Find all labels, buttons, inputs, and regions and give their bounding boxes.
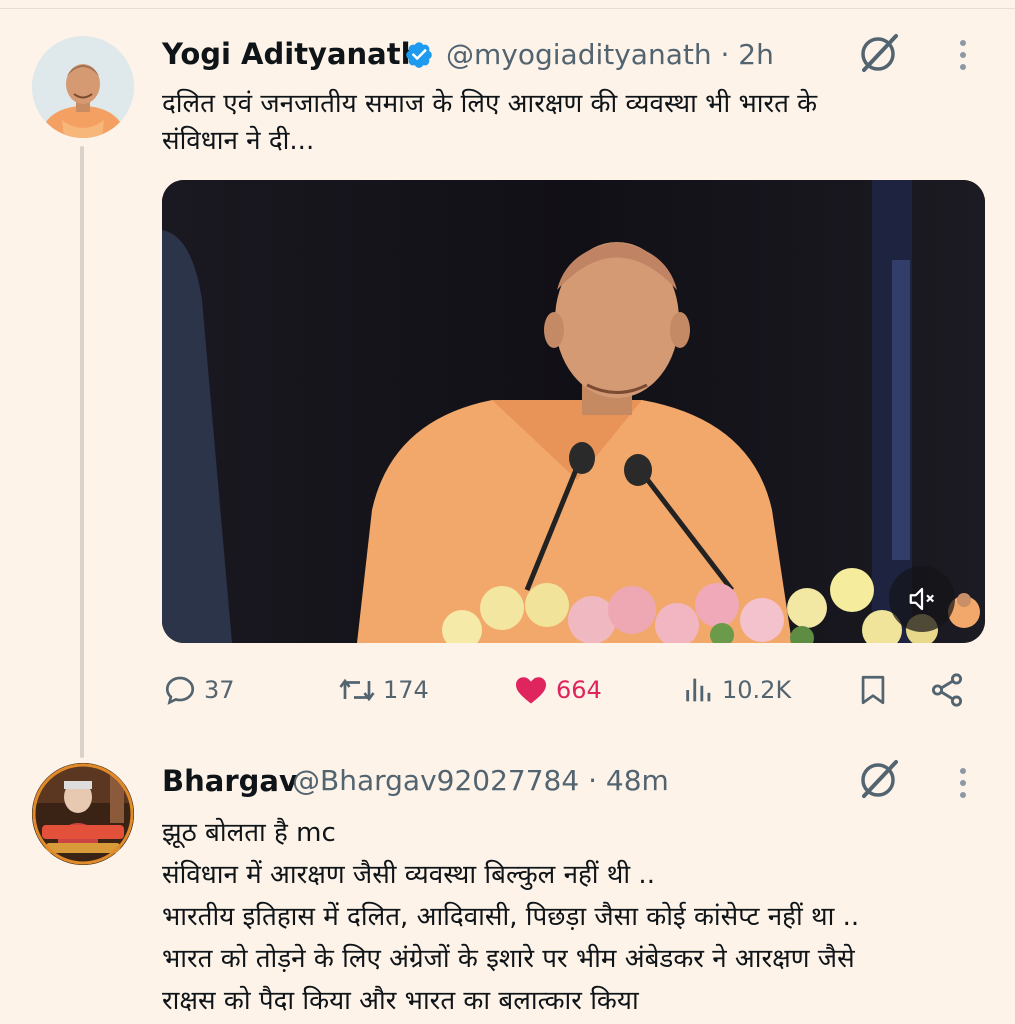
- views-button[interactable]: 10.2K: [682, 668, 791, 712]
- reply-author-avatar[interactable]: [32, 763, 134, 865]
- retweet-button[interactable]: 174: [337, 668, 429, 712]
- thread-connector-line: [80, 146, 84, 758]
- reply-avatar-image: [32, 763, 134, 865]
- reply-more-options-icon[interactable]: [958, 768, 968, 804]
- reply-icon: [165, 676, 195, 705]
- volume-muted-icon: [909, 587, 935, 611]
- verified-badge-icon: [406, 42, 432, 68]
- author-name[interactable]: Yogi Adityanath: [162, 37, 421, 71]
- grok-icon[interactable]: [856, 30, 902, 76]
- share-button[interactable]: [928, 668, 966, 712]
- bookmark-button[interactable]: [856, 668, 890, 712]
- reply-text-line-4: भारत को तोड़ने के लिए अंग्रेजों के इशारे…: [162, 944, 855, 974]
- reply-author-handle[interactable]: @Bhargav92027784: [292, 764, 579, 797]
- reply-text-line-2: संविधान में आरक्षण जैसी व्यवस्था बिल्कुल…: [162, 860, 655, 890]
- tweet-video[interactable]: [162, 180, 985, 643]
- author-avatar[interactable]: [32, 36, 134, 138]
- reply-author-name[interactable]: Bhargav: [162, 764, 298, 798]
- reply-time[interactable]: 48m: [606, 764, 669, 797]
- tweet-text-line-2: संविधान ने दी...: [162, 126, 315, 156]
- mute-button[interactable]: [889, 566, 955, 632]
- heart-filled-icon: [516, 677, 546, 704]
- bookmark-icon: [861, 675, 885, 705]
- reply-text: झूठ बोलता है mc संविधान में आरक्षण जैसी …: [162, 812, 1002, 1022]
- retweet-icon: [339, 678, 375, 702]
- reply-grok-icon[interactable]: [856, 756, 902, 802]
- tweet-text: दलित एवं जनजातीय समाज के लिए आरक्षण की व…: [162, 86, 962, 160]
- tweet-time[interactable]: 2h: [738, 38, 774, 71]
- more-options-icon[interactable]: [958, 40, 968, 76]
- like-button[interactable]: 664: [512, 668, 602, 712]
- dot-separator: ·: [720, 38, 730, 71]
- reply-button[interactable]: 37: [162, 668, 235, 712]
- reply-handle-line: @Bhargav92027784 · 48m: [292, 764, 669, 797]
- reply-text-line-1: झूठ बोलता है mc: [162, 818, 336, 848]
- author-handle-line: @myogiadityanath · 2h: [446, 38, 774, 71]
- reply-text-line-5: राक्षस को पैदा किया और भारत का बलात्कार …: [162, 986, 639, 1016]
- video-frame: [162, 180, 985, 643]
- views-count: 10.2K: [722, 676, 792, 704]
- author-handle[interactable]: @myogiadityanath: [446, 38, 712, 71]
- share-icon: [931, 673, 963, 707]
- like-count: 664: [556, 676, 602, 704]
- retweet-count: 174: [383, 676, 429, 704]
- views-chart-icon: [686, 678, 711, 702]
- reply-text-line-3: भारतीय इतिहास में दलित, आदिवासी, पिछड़ा …: [162, 902, 860, 932]
- author-avatar-image: [32, 36, 134, 138]
- top-divider: [0, 0, 1015, 9]
- tweet-text-line-1: दलित एवं जनजातीय समाज के लिए आरक्षण की व…: [162, 89, 818, 119]
- dot-separator: ·: [588, 764, 597, 797]
- reply-count: 37: [204, 676, 235, 704]
